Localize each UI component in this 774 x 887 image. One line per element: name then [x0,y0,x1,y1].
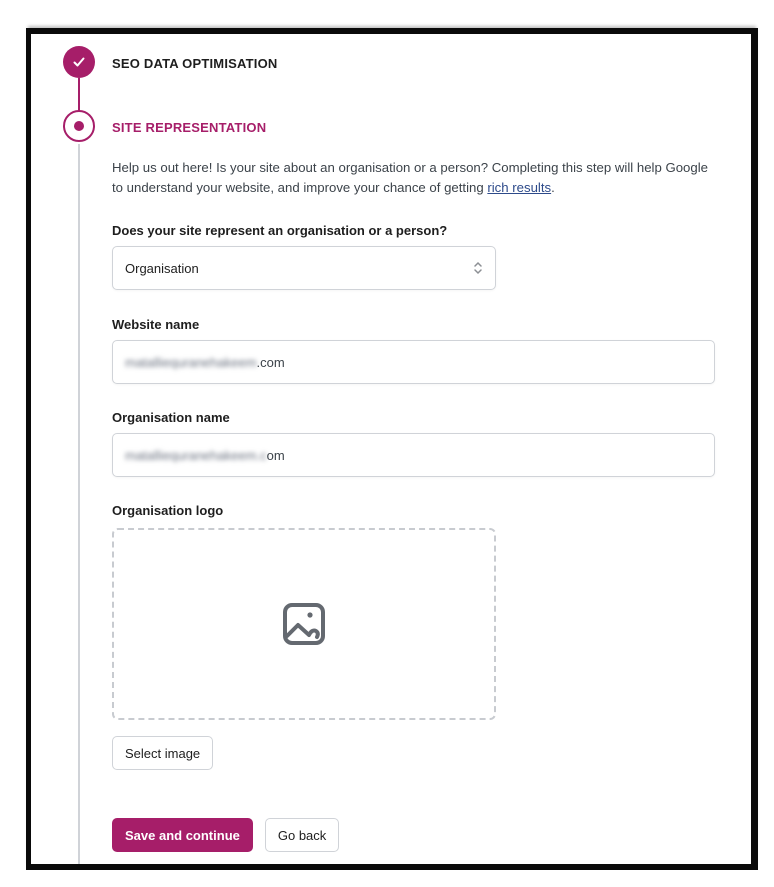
form-actions: Save and continue Go back [112,818,716,852]
organisation-logo-label: Organisation logo [112,503,224,518]
website-name-value-redacted: matalliequranehakeem [125,354,257,370]
site-representation-form: Help us out here! Is your site about an … [112,158,716,852]
check-icon [73,57,85,67]
image-icon [283,603,325,645]
step-title-seo-data-optimisation: SEO DATA OPTIMISATION [112,56,278,71]
intro-text-end: . [551,180,555,195]
organisation-name-input[interactable]: matalliequranehakeem.c om [112,433,715,477]
setup-panel: SEO DATA OPTIMISATION SITE REPRESENTATIO… [26,28,758,870]
step-title-site-representation: SITE REPRESENTATION [112,120,267,135]
chevron-up-down-icon [473,260,483,276]
represent-label: Does your site represent an organisation… [112,223,448,238]
stepper-connector [78,144,80,864]
save-and-continue-button[interactable]: Save and continue [112,818,253,852]
logo-dropzone[interactable] [112,528,496,720]
go-back-button[interactable]: Go back [264,818,340,852]
organisation-name-value-suffix: om [266,447,285,463]
represent-select[interactable]: Organisation [112,246,496,290]
website-name-input[interactable]: matalliequranehakeem .com [112,340,715,384]
website-name-label: Website name [112,317,200,332]
rich-results-link[interactable]: rich results [487,180,551,195]
select-image-button[interactable]: Select image [112,736,214,770]
organisation-name-value-redacted: matalliequranehakeem.c [125,447,267,463]
dot-icon [74,121,84,131]
organisation-name-label: Organisation name [112,410,230,425]
represent-select-value: Organisation [125,260,199,276]
step-complete-indicator [63,46,95,78]
intro-text: Help us out here! Is your site about an … [112,158,716,198]
intro-text-body: Help us out here! Is your site about an … [112,160,708,195]
step-current-indicator [63,110,95,142]
website-name-value-suffix: .com [256,354,285,370]
